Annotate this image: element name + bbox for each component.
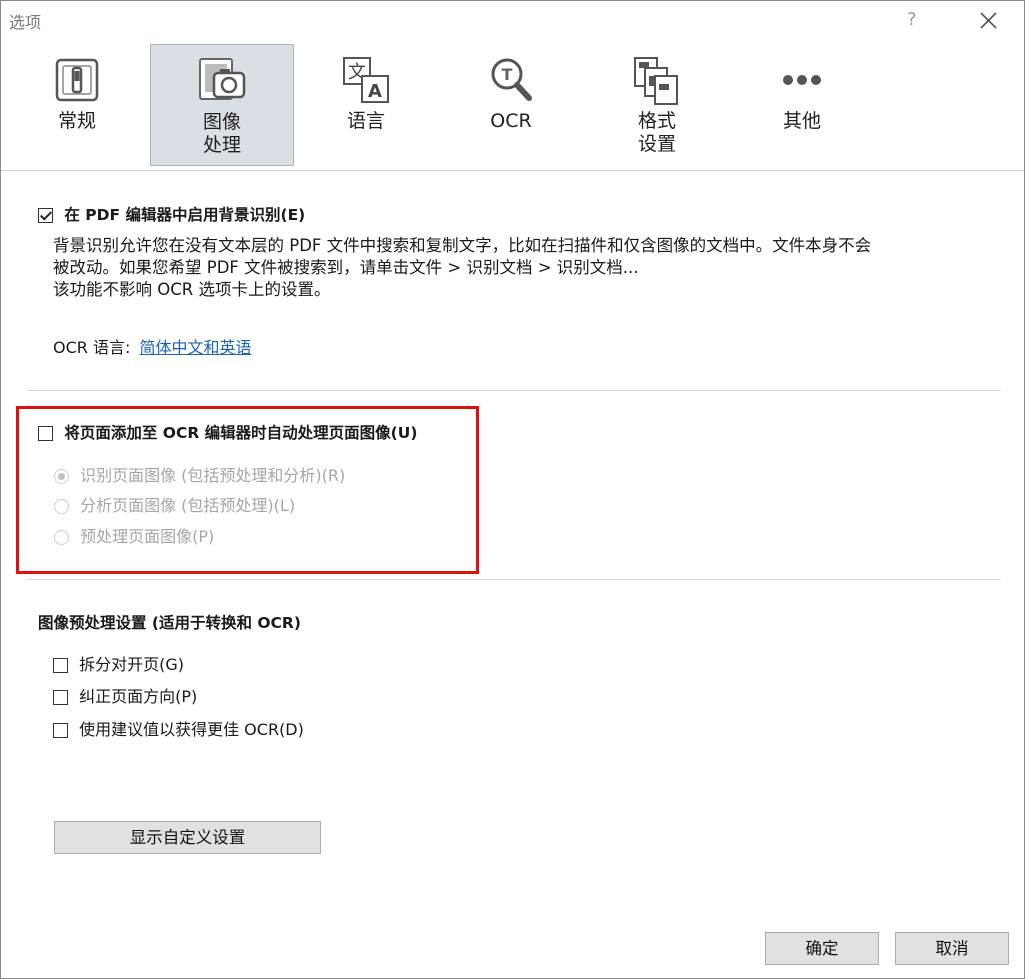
tab-image-processing-label: 图像 xyxy=(202,111,241,133)
recommended-values-label: 使用建议值以获得更佳 OCR(D) xyxy=(79,720,304,739)
radio-recognize[interactable]: 识别页面图像 (包括预处理和分析)(R) xyxy=(54,466,345,486)
radio-preprocess[interactable]: 预处理页面图像(P) xyxy=(54,527,214,547)
help-button[interactable]: ? xyxy=(907,9,917,30)
ok-button[interactable]: 确定 xyxy=(765,932,879,965)
auto-process-label: 将页面添加至 OCR 编辑器时自动处理页面图像(U) xyxy=(64,424,418,442)
split-pages-label: 拆分对开页(G) xyxy=(79,655,184,674)
correct-orientation-checkbox[interactable] xyxy=(53,690,68,705)
ocr-language-row: OCR 语言: 简体中文和英语 xyxy=(53,338,251,358)
recommended-values-checkbox[interactable] xyxy=(53,723,68,738)
toolbar-divider xyxy=(1,170,1024,171)
ocr-magnifier-icon: T xyxy=(491,58,532,101)
split-pages-option[interactable]: 拆分对开页(G) xyxy=(53,655,184,675)
tab-ocr[interactable]: T OCR xyxy=(439,44,583,166)
radio-recognize-label: 识别页面图像 (包括预处理和分析)(R) xyxy=(80,466,346,485)
tab-image-processing-label-2: 处理 xyxy=(202,134,241,156)
show-custom-settings-button[interactable]: 显示自定义设置 xyxy=(54,821,321,854)
description-line-3: 该功能不影响 OCR 选项卡上的设置。 xyxy=(53,280,331,299)
background-recognition-description: 背景识别允许您在没有文本层的 PDF 文件中搜索和复制文字，比如在扫描件和仅含图… xyxy=(53,235,983,301)
tab-general[interactable]: 常规 xyxy=(5,44,149,166)
tab-image-processing[interactable]: 图像 处理 xyxy=(150,44,294,166)
tab-general-label: 常规 xyxy=(57,110,96,132)
ocr-language-link[interactable]: 简体中文和英语 xyxy=(139,338,251,357)
dialog-title: 选项 xyxy=(9,13,42,32)
radio-analyze-label: 分析页面图像 (包括预处理)(L) xyxy=(80,496,296,515)
tab-format-settings-label-2: 设置 xyxy=(637,133,676,155)
cancel-button[interactable]: 取消 xyxy=(895,932,1009,965)
title-bar: 选项 ? xyxy=(1,1,1024,41)
tab-other[interactable]: 其他 xyxy=(730,44,874,166)
background-recognition-checkbox[interactable] xyxy=(38,208,53,223)
category-toolbar: 常规 图像 处理 文 A 语言 T OCR 格式 设置 其他 xyxy=(1,41,1024,169)
auto-process-option[interactable]: 将页面添加至 OCR 编辑器时自动处理页面图像(U) xyxy=(38,423,417,443)
correct-orientation-label: 纠正页面方向(P) xyxy=(79,687,198,706)
svg-text:A: A xyxy=(368,81,382,102)
radio-recognize-button[interactable] xyxy=(54,469,69,484)
general-settings-icon xyxy=(55,58,99,102)
options-dialog: 选项 ? 常规 图像 处理 文 A 语言 T OCR 格式 设置 其他 在 PD… xyxy=(0,0,1025,979)
more-dots-icon xyxy=(783,75,821,85)
auto-process-checkbox[interactable] xyxy=(38,426,53,441)
tab-language-label: 语言 xyxy=(346,110,385,132)
radio-analyze[interactable]: 分析页面图像 (包括预处理)(L) xyxy=(54,496,295,516)
split-pages-checkbox[interactable] xyxy=(53,658,68,673)
image-processing-icon xyxy=(199,58,246,100)
section-divider-2 xyxy=(27,579,1001,580)
radio-preprocess-button[interactable] xyxy=(54,530,69,545)
section-divider-1 xyxy=(27,390,1001,391)
tab-format-settings[interactable]: 格式 设置 xyxy=(585,44,729,166)
background-recognition-label: 在 PDF 编辑器中启用背景识别(E) xyxy=(64,206,306,224)
format-documents-icon xyxy=(634,57,678,105)
recommended-values-option[interactable]: 使用建议值以获得更佳 OCR(D) xyxy=(53,720,304,740)
preprocessing-heading: 图像预处理设置 (适用于转换和 OCR) xyxy=(38,614,301,632)
radio-analyze-button[interactable] xyxy=(54,499,69,514)
radio-preprocess-label: 预处理页面图像(P) xyxy=(80,527,215,546)
description-line-1: 背景识别允许您在没有文本层的 PDF 文件中搜索和复制文字，比如在扫描件和仅含图… xyxy=(53,236,872,255)
close-icon[interactable] xyxy=(973,5,1003,35)
description-line-2: 被改动。如果您希望 PDF 文件被搜索到，请单击文件 > 识别文档 > 识别文档… xyxy=(53,258,639,277)
language-icon: 文 A xyxy=(343,57,389,103)
background-recognition-option[interactable]: 在 PDF 编辑器中启用背景识别(E) xyxy=(38,205,305,225)
svg-text:T: T xyxy=(502,65,513,84)
tab-format-settings-label: 格式 xyxy=(637,110,676,132)
correct-orientation-option[interactable]: 纠正页面方向(P) xyxy=(53,687,197,707)
ocr-language-label: OCR 语言: xyxy=(53,338,131,357)
tab-ocr-label: OCR xyxy=(490,110,532,132)
tab-language[interactable]: 文 A 语言 xyxy=(294,44,438,166)
tab-other-label: 其他 xyxy=(782,110,821,132)
